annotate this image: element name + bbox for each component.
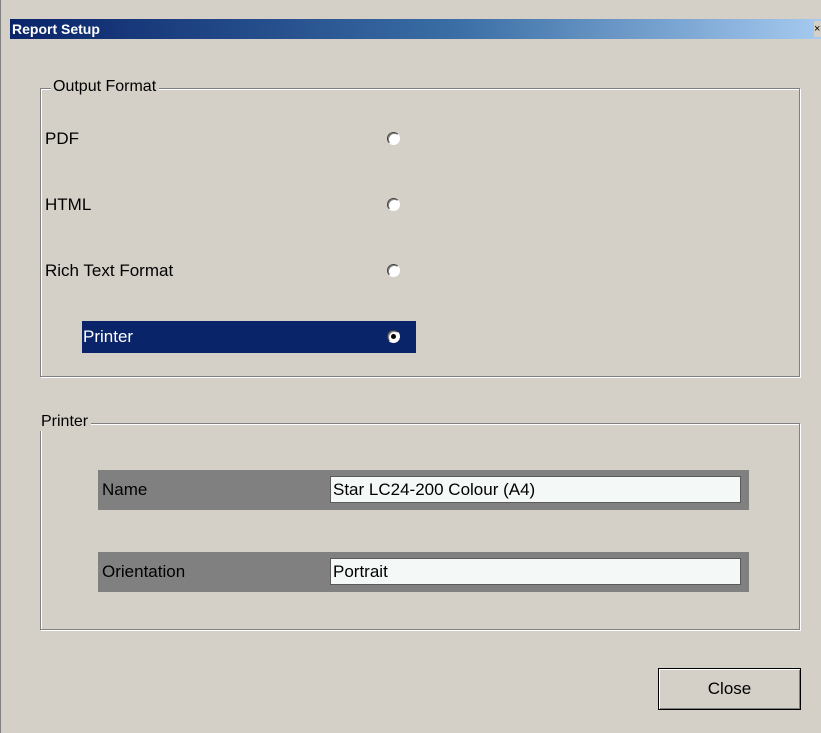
orientation-field[interactable]: Portrait bbox=[330, 558, 741, 585]
option-html[interactable]: HTML bbox=[44, 189, 400, 221]
close-button[interactable]: Close bbox=[658, 668, 801, 710]
printer-legend: Printer bbox=[39, 413, 92, 431]
printer-name-row: Name Star LC24-200 Colour (A4) bbox=[98, 470, 749, 510]
title-bar[interactable]: Report Setup × bbox=[10, 19, 821, 39]
option-printer[interactable]: Printer bbox=[82, 321, 416, 353]
radio-selected-dot bbox=[391, 334, 396, 339]
option-pdf-label: PDF bbox=[45, 129, 79, 148]
close-icon[interactable]: × bbox=[814, 21, 821, 37]
printer-group bbox=[40, 423, 800, 630]
rich-text-format-radio[interactable] bbox=[387, 264, 400, 277]
report-setup-dialog: Report Setup × Output Format PDF HTML Ri… bbox=[0, 0, 821, 733]
option-rich-text-format-label: Rich Text Format bbox=[45, 261, 174, 280]
option-pdf[interactable]: PDF bbox=[44, 123, 400, 155]
window-title: Report Setup bbox=[12, 21, 100, 37]
option-rich-text-format[interactable]: Rich Text Format bbox=[44, 255, 400, 287]
orientation-row: Orientation Portrait bbox=[98, 552, 749, 592]
printer-name-field[interactable]: Star LC24-200 Colour (A4) bbox=[330, 476, 741, 503]
html-radio[interactable] bbox=[387, 198, 400, 211]
printer-radio[interactable] bbox=[387, 330, 400, 343]
output-format-legend: Output Format bbox=[51, 78, 160, 96]
option-printer-label: Printer bbox=[83, 327, 134, 346]
option-html-label: HTML bbox=[45, 195, 92, 214]
printer-name-label: Name bbox=[102, 480, 148, 499]
pdf-radio[interactable] bbox=[387, 132, 400, 145]
orientation-label: Orientation bbox=[102, 562, 186, 581]
